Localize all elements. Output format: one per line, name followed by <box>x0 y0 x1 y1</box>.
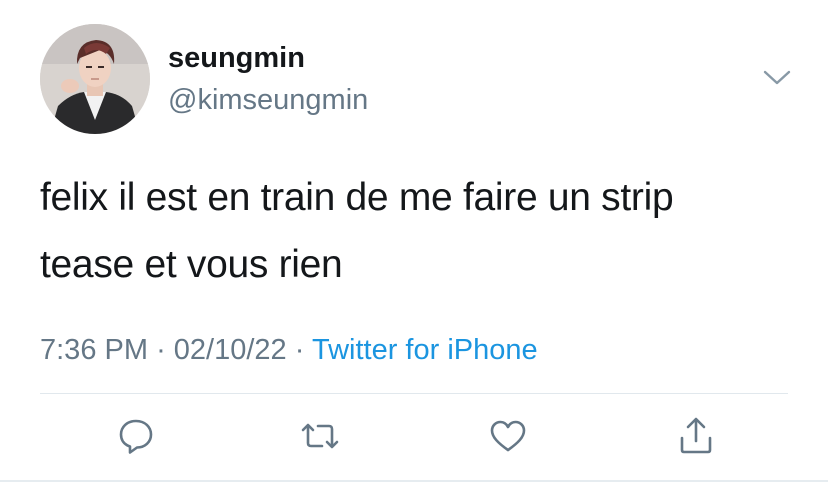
tweet-text: felix il est en train de me faire un str… <box>40 176 674 286</box>
share-icon <box>680 417 712 454</box>
tweet-source-link[interactable]: Twitter for iPhone <box>312 334 538 366</box>
more-options-button[interactable] <box>760 62 794 92</box>
retweet-button[interactable] <box>298 414 342 458</box>
meta-separator: · <box>156 334 166 366</box>
divider <box>40 393 788 394</box>
author-handle[interactable]: @kimseungmin <box>168 82 368 118</box>
meta-separator: · <box>294 334 305 366</box>
author-display-name[interactable]: seungmin <box>168 40 305 76</box>
avatar[interactable] <box>40 24 150 134</box>
tweet-date: 02/10/22 <box>173 334 287 366</box>
share-button[interactable] <box>674 414 718 458</box>
tweet-time: 7:36 PM <box>40 334 148 366</box>
reply-button[interactable] <box>114 414 158 458</box>
chevron-down-icon <box>763 70 791 85</box>
heart-icon <box>490 420 526 452</box>
tweet-metadata: 7:36 PM · 02/10/22 · Twitter for iPhone <box>40 332 538 368</box>
retweet-icon <box>301 423 339 449</box>
like-button[interactable] <box>486 414 530 458</box>
profile-photo-icon <box>40 24 150 134</box>
speech-bubble-icon <box>119 419 153 454</box>
tweet-detail: seungmin @kimseungmin felix il est en tr… <box>0 0 828 482</box>
